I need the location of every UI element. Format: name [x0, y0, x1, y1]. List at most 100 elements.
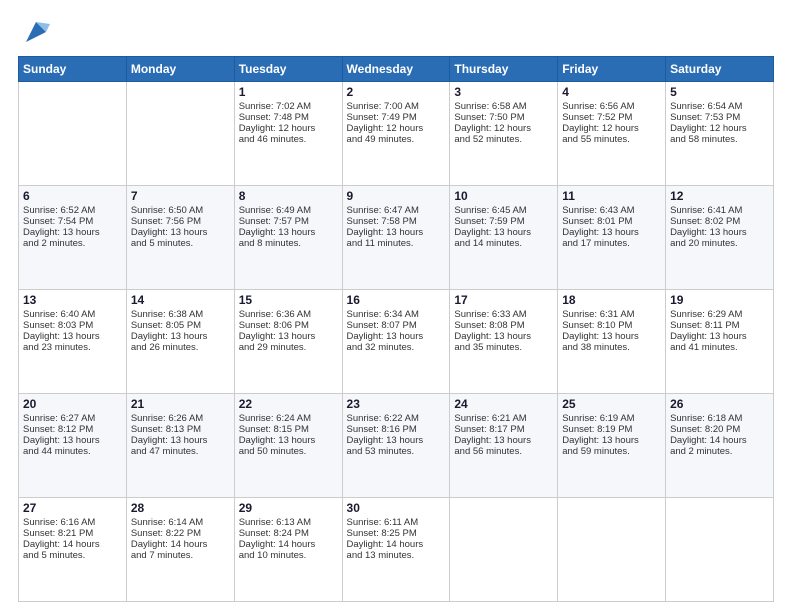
calendar-cell: 28Sunrise: 6:14 AMSunset: 8:22 PMDayligh… — [126, 498, 234, 602]
day-number: 7 — [131, 189, 230, 203]
calendar-week-5: 27Sunrise: 6:16 AMSunset: 8:21 PMDayligh… — [19, 498, 774, 602]
day-info: Daylight: 13 hours — [131, 435, 230, 446]
day-info: and 13 minutes. — [347, 550, 446, 561]
calendar-cell — [666, 498, 774, 602]
weekday-header-row: SundayMondayTuesdayWednesdayThursdayFrid… — [19, 57, 774, 82]
day-info: Sunrise: 6:49 AM — [239, 205, 338, 216]
weekday-header-thursday: Thursday — [450, 57, 558, 82]
calendar-cell: 22Sunrise: 6:24 AMSunset: 8:15 PMDayligh… — [234, 394, 342, 498]
day-info: Daylight: 13 hours — [562, 331, 661, 342]
day-info: Sunset: 8:05 PM — [131, 320, 230, 331]
day-info: Daylight: 14 hours — [239, 539, 338, 550]
day-info: Sunrise: 6:31 AM — [562, 309, 661, 320]
day-info: Sunset: 7:52 PM — [562, 112, 661, 123]
day-number: 20 — [23, 397, 122, 411]
calendar-cell: 29 Sunrise: 6:13 AMSunset: 8:24 PMDayligh… — [234, 498, 342, 602]
day-number: 29 — [239, 501, 338, 515]
day-info: Sunrise: 6:38 AM — [131, 309, 230, 320]
calendar-cell: 16Sunrise: 6:34 AMSunset: 8:07 PMDayligh… — [342, 290, 450, 394]
day-info: and 47 minutes. — [131, 446, 230, 457]
calendar-cell: 20Sunrise: 6:27 AMSunset: 8:12 PMDayligh… — [19, 394, 127, 498]
day-number: 8 — [239, 189, 338, 203]
day-info: and 41 minutes. — [670, 342, 769, 353]
day-info: Sunset: 8:11 PM — [670, 320, 769, 331]
calendar-cell: 4Sunrise: 6:56 AMSunset: 7:52 PMDaylight… — [558, 82, 666, 186]
day-info: Sunrise: 6:41 AM — [670, 205, 769, 216]
day-info: Sunrise: 6:13 AM — [239, 517, 338, 528]
day-info: Sunset: 8:24 PM — [239, 528, 338, 539]
day-info: Sunset: 7:49 PM — [347, 112, 446, 123]
day-number: 2 — [347, 85, 446, 99]
calendar-week-2: 6Sunrise: 6:52 AMSunset: 7:54 PMDaylight… — [19, 186, 774, 290]
day-info: Sunrise: 6:18 AM — [670, 413, 769, 424]
day-info: Sunset: 8:22 PM — [131, 528, 230, 539]
day-number: 19 — [670, 293, 769, 307]
day-number: 12 — [670, 189, 769, 203]
day-number: 15 — [239, 293, 338, 307]
day-number: 24 — [454, 397, 553, 411]
day-info: Daylight: 13 hours — [23, 435, 122, 446]
day-info: Daylight: 12 hours — [454, 123, 553, 134]
day-number: 21 — [131, 397, 230, 411]
calendar-cell: 12 Sunrise: 6:41 AMSunset: 8:02 PMDayligh… — [666, 186, 774, 290]
day-info: Daylight: 13 hours — [347, 331, 446, 342]
day-info: and 23 minutes. — [23, 342, 122, 353]
day-info: Sunrise: 7:02 AM — [239, 101, 338, 112]
weekday-header-saturday: Saturday — [666, 57, 774, 82]
calendar-cell: 30Sunrise: 6:11 AMSunset: 8:25 PMDayligh… — [342, 498, 450, 602]
day-info: Daylight: 12 hours — [239, 123, 338, 134]
day-info: and 14 minutes. — [454, 238, 553, 249]
day-info: Sunrise: 7:00 AM — [347, 101, 446, 112]
day-info: Sunrise: 6:27 AM — [23, 413, 122, 424]
day-info: Daylight: 12 hours — [670, 123, 769, 134]
calendar-cell: 1Sunrise: 7:02 AMSunset: 7:48 PMDaylight… — [234, 82, 342, 186]
weekday-header-tuesday: Tuesday — [234, 57, 342, 82]
day-info: and 55 minutes. — [562, 134, 661, 145]
day-number: 18 — [562, 293, 661, 307]
day-number: 11 — [562, 189, 661, 203]
day-info: and 53 minutes. — [347, 446, 446, 457]
day-info: Sunset: 7:58 PM — [347, 216, 446, 227]
day-info: Sunset: 8:08 PM — [454, 320, 553, 331]
day-info: Sunrise: 6:43 AM — [562, 205, 661, 216]
weekday-header-friday: Friday — [558, 57, 666, 82]
day-info: Sunset: 8:03 PM — [23, 320, 122, 331]
day-info: and 2 minutes. — [670, 446, 769, 457]
day-info: Sunrise: 6:56 AM — [562, 101, 661, 112]
day-info: and 20 minutes. — [670, 238, 769, 249]
day-number: 4 — [562, 85, 661, 99]
day-info: Daylight: 13 hours — [454, 435, 553, 446]
calendar-week-1: 1Sunrise: 7:02 AMSunset: 7:48 PMDaylight… — [19, 82, 774, 186]
day-info: and 56 minutes. — [454, 446, 553, 457]
calendar-cell: 26Sunrise: 6:18 AMSunset: 8:20 PMDayligh… — [666, 394, 774, 498]
header — [18, 18, 774, 46]
day-number: 3 — [454, 85, 553, 99]
calendar-cell: 21Sunrise: 6:26 AMSunset: 8:13 PMDayligh… — [126, 394, 234, 498]
day-info: and 10 minutes. — [239, 550, 338, 561]
day-info: and 38 minutes. — [562, 342, 661, 353]
day-info: and 59 minutes. — [562, 446, 661, 457]
day-info: and 50 minutes. — [239, 446, 338, 457]
calendar-cell: 5Sunrise: 6:54 AMSunset: 7:53 PMDaylight… — [666, 82, 774, 186]
day-info: Daylight: 13 hours — [670, 331, 769, 342]
day-info: Sunset: 8:06 PM — [239, 320, 338, 331]
day-info: Daylight: 13 hours — [347, 227, 446, 238]
day-info: and 58 minutes. — [670, 134, 769, 145]
day-info: Daylight: 13 hours — [454, 331, 553, 342]
day-number: 26 — [670, 397, 769, 411]
day-info: Daylight: 13 hours — [670, 227, 769, 238]
calendar-cell — [19, 82, 127, 186]
calendar-cell: 23Sunrise: 6:22 AMSunset: 8:16 PMDayligh… — [342, 394, 450, 498]
day-info: Daylight: 13 hours — [347, 435, 446, 446]
weekday-header-monday: Monday — [126, 57, 234, 82]
day-info: Sunrise: 6:21 AM — [454, 413, 553, 424]
day-info: Sunrise: 6:22 AM — [347, 413, 446, 424]
day-info: and 11 minutes. — [347, 238, 446, 249]
day-info: Sunset: 7:54 PM — [23, 216, 122, 227]
calendar-cell: 25Sunrise: 6:19 AMSunset: 8:19 PMDayligh… — [558, 394, 666, 498]
day-info: Sunrise: 6:36 AM — [239, 309, 338, 320]
page: SundayMondayTuesdayWednesdayThursdayFrid… — [0, 0, 792, 612]
day-info: Daylight: 14 hours — [670, 435, 769, 446]
weekday-header-sunday: Sunday — [19, 57, 127, 82]
day-info: Sunset: 8:02 PM — [670, 216, 769, 227]
